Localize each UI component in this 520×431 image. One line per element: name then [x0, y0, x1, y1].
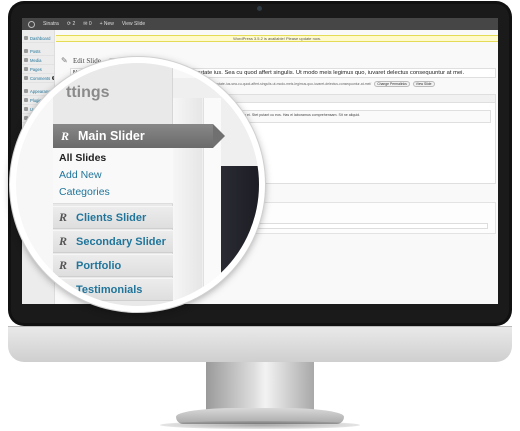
menu-clients-slider[interactable]: R Clients Slider — [53, 206, 173, 229]
adminbar-updates[interactable]: ⟳ 2 — [67, 21, 75, 27]
main-slider-submenu: All Slides Add New Categories — [53, 148, 173, 204]
sidebar-item-label: Media — [30, 57, 42, 63]
update-notice[interactable]: WordPress 3.5.2 is available! Please upd… — [56, 35, 498, 42]
menu-main-slider-label: Main Slider — [78, 129, 145, 143]
submenu-add-new[interactable]: Add New — [59, 169, 102, 181]
menu-secondary-slider[interactable]: R Secondary Slider — [53, 230, 173, 253]
adminbar-new-label: New — [103, 21, 114, 27]
media-icon — [24, 58, 28, 62]
adminbar-site-link[interactable]: Sinatra — [43, 21, 59, 27]
menu-item-label: Testimonials — [76, 283, 143, 296]
dashboard-icon — [24, 36, 28, 40]
comments-count: 0 — [88, 21, 92, 27]
menu-item-label: Portfolio — [76, 259, 122, 272]
slider-icon: R — [59, 210, 68, 224]
monitor-mockup: Sinatra ⟳ 2 ✉ 0 + New View Slide Dashboa… — [0, 0, 520, 431]
portfolio-icon: R — [59, 258, 68, 272]
text-field[interactable] — [238, 223, 488, 229]
testimonials-icon: R — [59, 282, 68, 296]
updates-count: 2 — [72, 21, 76, 27]
menu-portfolio[interactable]: R Portfolio — [53, 254, 173, 277]
stand-shadow — [160, 421, 360, 429]
menu-main-slider[interactable]: R Main Slider — [53, 124, 225, 148]
change-permalinks-button[interactable]: Change Permalinks — [374, 81, 410, 87]
sidebar-item-posts[interactable]: Posts — [22, 47, 54, 56]
monitor-stand-neck — [206, 362, 314, 412]
sidebar-item-label: Dashboard — [30, 35, 51, 41]
adminbar-view-slide[interactable]: View Slide — [122, 21, 145, 27]
wordpress-logo-icon[interactable] — [28, 20, 35, 28]
magnifier-lens: ttings R Main Slider All Slides Add New … — [10, 57, 265, 312]
view-slide-button[interactable]: View Slide — [412, 81, 435, 87]
submenu-all-slides[interactable]: All Slides — [59, 152, 106, 164]
slider-icon: R — [59, 234, 68, 248]
magnified-dark-preview — [221, 166, 259, 290]
menu-item-label: Clients Slider — [76, 211, 147, 224]
posts-icon — [24, 49, 28, 53]
admin-bar: Sinatra ⟳ 2 ✉ 0 + New View Slide — [22, 18, 498, 30]
camera-dot — [257, 6, 262, 11]
sidebar-item-label: Posts — [30, 48, 41, 54]
menu-item-label: Secondary Slider — [76, 235, 166, 248]
magnifier-content: ttings R Main Slider All Slides Add New … — [16, 63, 259, 306]
magnified-settings-heading: ttings — [66, 84, 110, 101]
monitor-chin — [8, 326, 512, 362]
submenu-categories[interactable]: Categories — [59, 186, 110, 198]
adminbar-comments[interactable]: ✉ 0 — [83, 21, 91, 27]
slider-icon: R — [61, 128, 70, 143]
sidebar-item-dashboard[interactable]: Dashboard — [22, 34, 54, 43]
adminbar-new[interactable]: + New — [100, 21, 114, 27]
menu-testimonials[interactable]: R Testimonials — [53, 278, 173, 301]
